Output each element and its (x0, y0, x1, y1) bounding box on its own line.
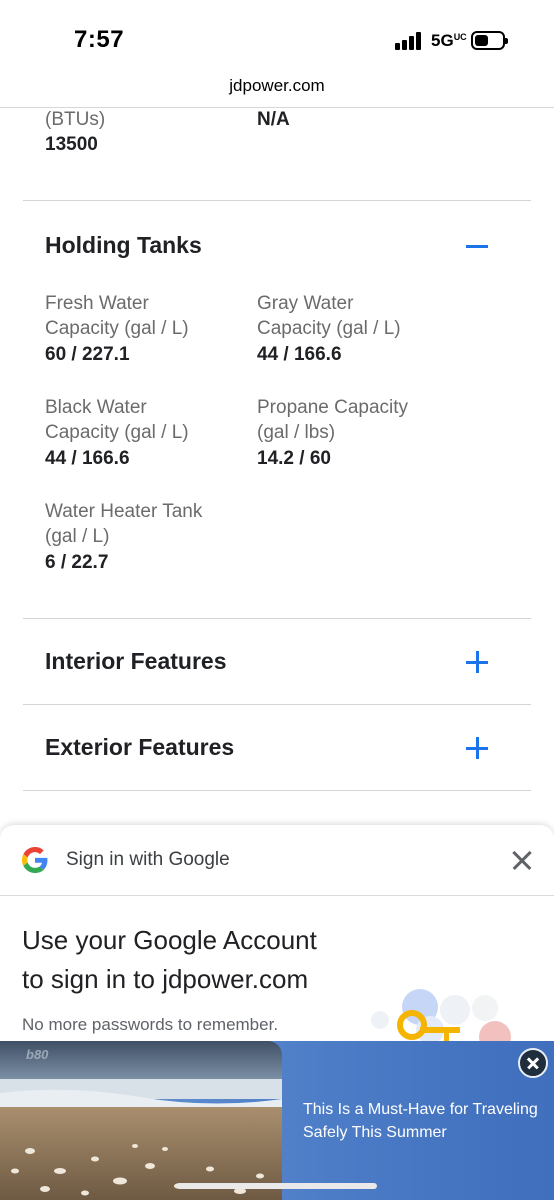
section-divider (23, 790, 531, 791)
ad-banner[interactable]: b80 This Is a Must-Have for Traveling Sa… (0, 1041, 554, 1200)
spec-label: Capacity (gal / L) (45, 318, 189, 339)
spec-value: 14.2 / 60 (257, 448, 331, 469)
ad-headline[interactable]: This Is a Must-Have for Traveling Safely… (303, 1098, 554, 1144)
status-bar: 7:57 5GUC (0, 0, 554, 74)
url-bar[interactable]: jdpower.com (0, 74, 554, 108)
section-divider (23, 618, 531, 619)
network-indicator: 5GUC (431, 31, 467, 50)
section-title-holding-tanks[interactable]: Holding Tanks (45, 232, 202, 259)
status-time: 7:57 (74, 26, 125, 53)
spec-label: (gal / L) (45, 526, 110, 547)
beach-image[interactable]: b80 (0, 1041, 282, 1200)
spec-value-right: N/A (257, 109, 290, 130)
headline-line: Use your Google Account (22, 925, 317, 955)
google-signin-title: Sign in with Google (66, 849, 230, 870)
ad-watermark: b80 (26, 1047, 49, 1062)
ad-text-line: Safely This Summer (303, 1124, 447, 1141)
spec-label: Fresh Water (45, 293, 149, 314)
key-illustration-icon (371, 989, 511, 1045)
cellular-signal-icon (395, 32, 423, 50)
google-signin-subtext: No more passwords to remember. (22, 1015, 279, 1034)
spec-value: 6 / 22.7 (45, 552, 109, 573)
spec-value: 60 / 227.1 (45, 344, 130, 365)
headline-line: to sign in to jdpower.com (22, 964, 309, 994)
spec-value: 44 / 166.6 (45, 448, 130, 469)
spec-value-btus: 13500 (45, 134, 98, 155)
ad-close-icon[interactable] (518, 1048, 548, 1078)
google-signin-header: Sign in with Google (0, 825, 554, 896)
spec-label: Capacity (gal / L) (45, 422, 189, 443)
section-title-exterior-features[interactable]: Exterior Features (45, 734, 234, 761)
spec-label: (gal / lbs) (257, 422, 336, 443)
battery-icon (471, 31, 508, 50)
home-indicator[interactable] (177, 1183, 377, 1189)
spec-value: 44 / 166.6 (257, 344, 342, 365)
google-signin-headline: Use your Google Account to sign in to jd… (22, 921, 382, 999)
google-logo-icon (22, 847, 48, 873)
ad-text-line: This Is a Must-Have for Traveling (303, 1101, 538, 1118)
spec-label: Black Water (45, 397, 147, 418)
spec-label: Water Heater Tank (45, 501, 203, 522)
close-icon[interactable] (511, 849, 533, 871)
spec-label: Capacity (gal / L) (257, 318, 401, 339)
spec-label: Propane Capacity (257, 397, 409, 418)
plus-icon[interactable] (466, 736, 490, 760)
section-divider (23, 200, 531, 201)
spec-label: Gray Water (257, 293, 354, 314)
minus-icon[interactable] (466, 234, 490, 258)
section-divider (23, 704, 531, 705)
spec-label-btus: (BTUs) (45, 109, 106, 130)
url-text: jdpower.com (229, 76, 325, 95)
plus-icon[interactable] (466, 650, 490, 674)
section-title-interior-features[interactable]: Interior Features (45, 648, 227, 675)
